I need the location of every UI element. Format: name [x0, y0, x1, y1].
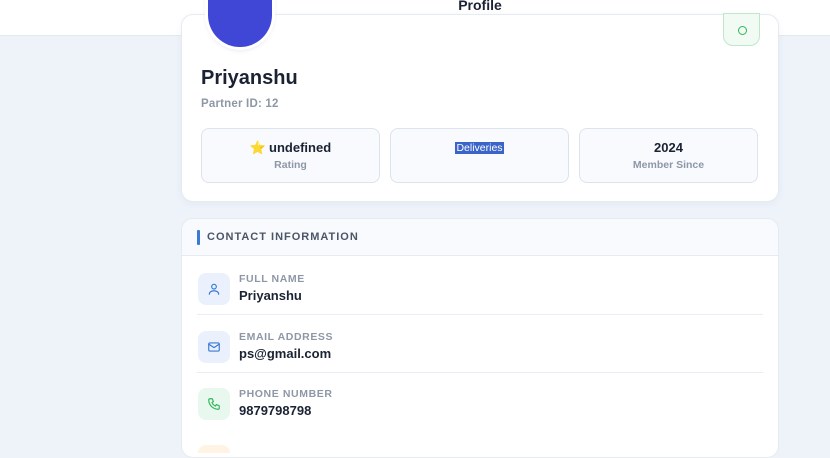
check-circle-icon — [738, 26, 747, 35]
field-value: Priyanshu — [239, 288, 302, 303]
field-label: EMAIL ADDRESS — [239, 331, 334, 343]
contact-information-card: CONTACT INFORMATION FULL NAME Priyanshu … — [181, 218, 779, 458]
stat-rating-value: undefined — [269, 140, 332, 155]
contact-row-phone: PHONE NUMBER 9879798798 — [197, 372, 763, 430]
section-accent-bar — [197, 230, 200, 245]
contact-row-email: EMAIL ADDRESS ps@gmail.com — [197, 315, 763, 373]
star-icon: ⭐ — [249, 140, 267, 155]
mail-icon — [198, 331, 230, 363]
stat-member-since-label: Member Since — [632, 159, 705, 171]
avatar[interactable] — [208, 0, 272, 47]
location-icon — [198, 445, 230, 453]
stat-deliveries: Deliveries — [390, 128, 569, 183]
profile-card: Priyanshu Partner ID: 12 ⭐ undefined Rati… — [181, 0, 779, 202]
contact-section-title: CONTACT INFORMATION — [207, 231, 359, 243]
contact-row-full-name: FULL NAME Priyanshu — [197, 257, 763, 315]
field-label: FULL NAME — [239, 273, 305, 285]
stat-member-since-value: 2024 — [654, 140, 683, 155]
field-label: PHONE NUMBER — [239, 388, 333, 400]
stat-member-since: 2024 Member Since — [579, 128, 758, 183]
field-value: 9879798798 — [239, 403, 312, 418]
stat-rating-label: Rating — [274, 159, 307, 171]
stat-rating: ⭐ undefined Rating — [201, 128, 380, 183]
contact-section-header: CONTACT INFORMATION — [182, 219, 778, 256]
phone-icon — [198, 388, 230, 420]
verified-badge — [723, 13, 760, 46]
field-value: ps@gmail.com — [239, 346, 332, 361]
profile-name: Priyanshu — [201, 67, 298, 89]
user-icon — [198, 273, 230, 305]
stat-deliveries-value: Deliveries — [455, 142, 504, 154]
partner-id: Partner ID: 12 — [201, 98, 279, 110]
